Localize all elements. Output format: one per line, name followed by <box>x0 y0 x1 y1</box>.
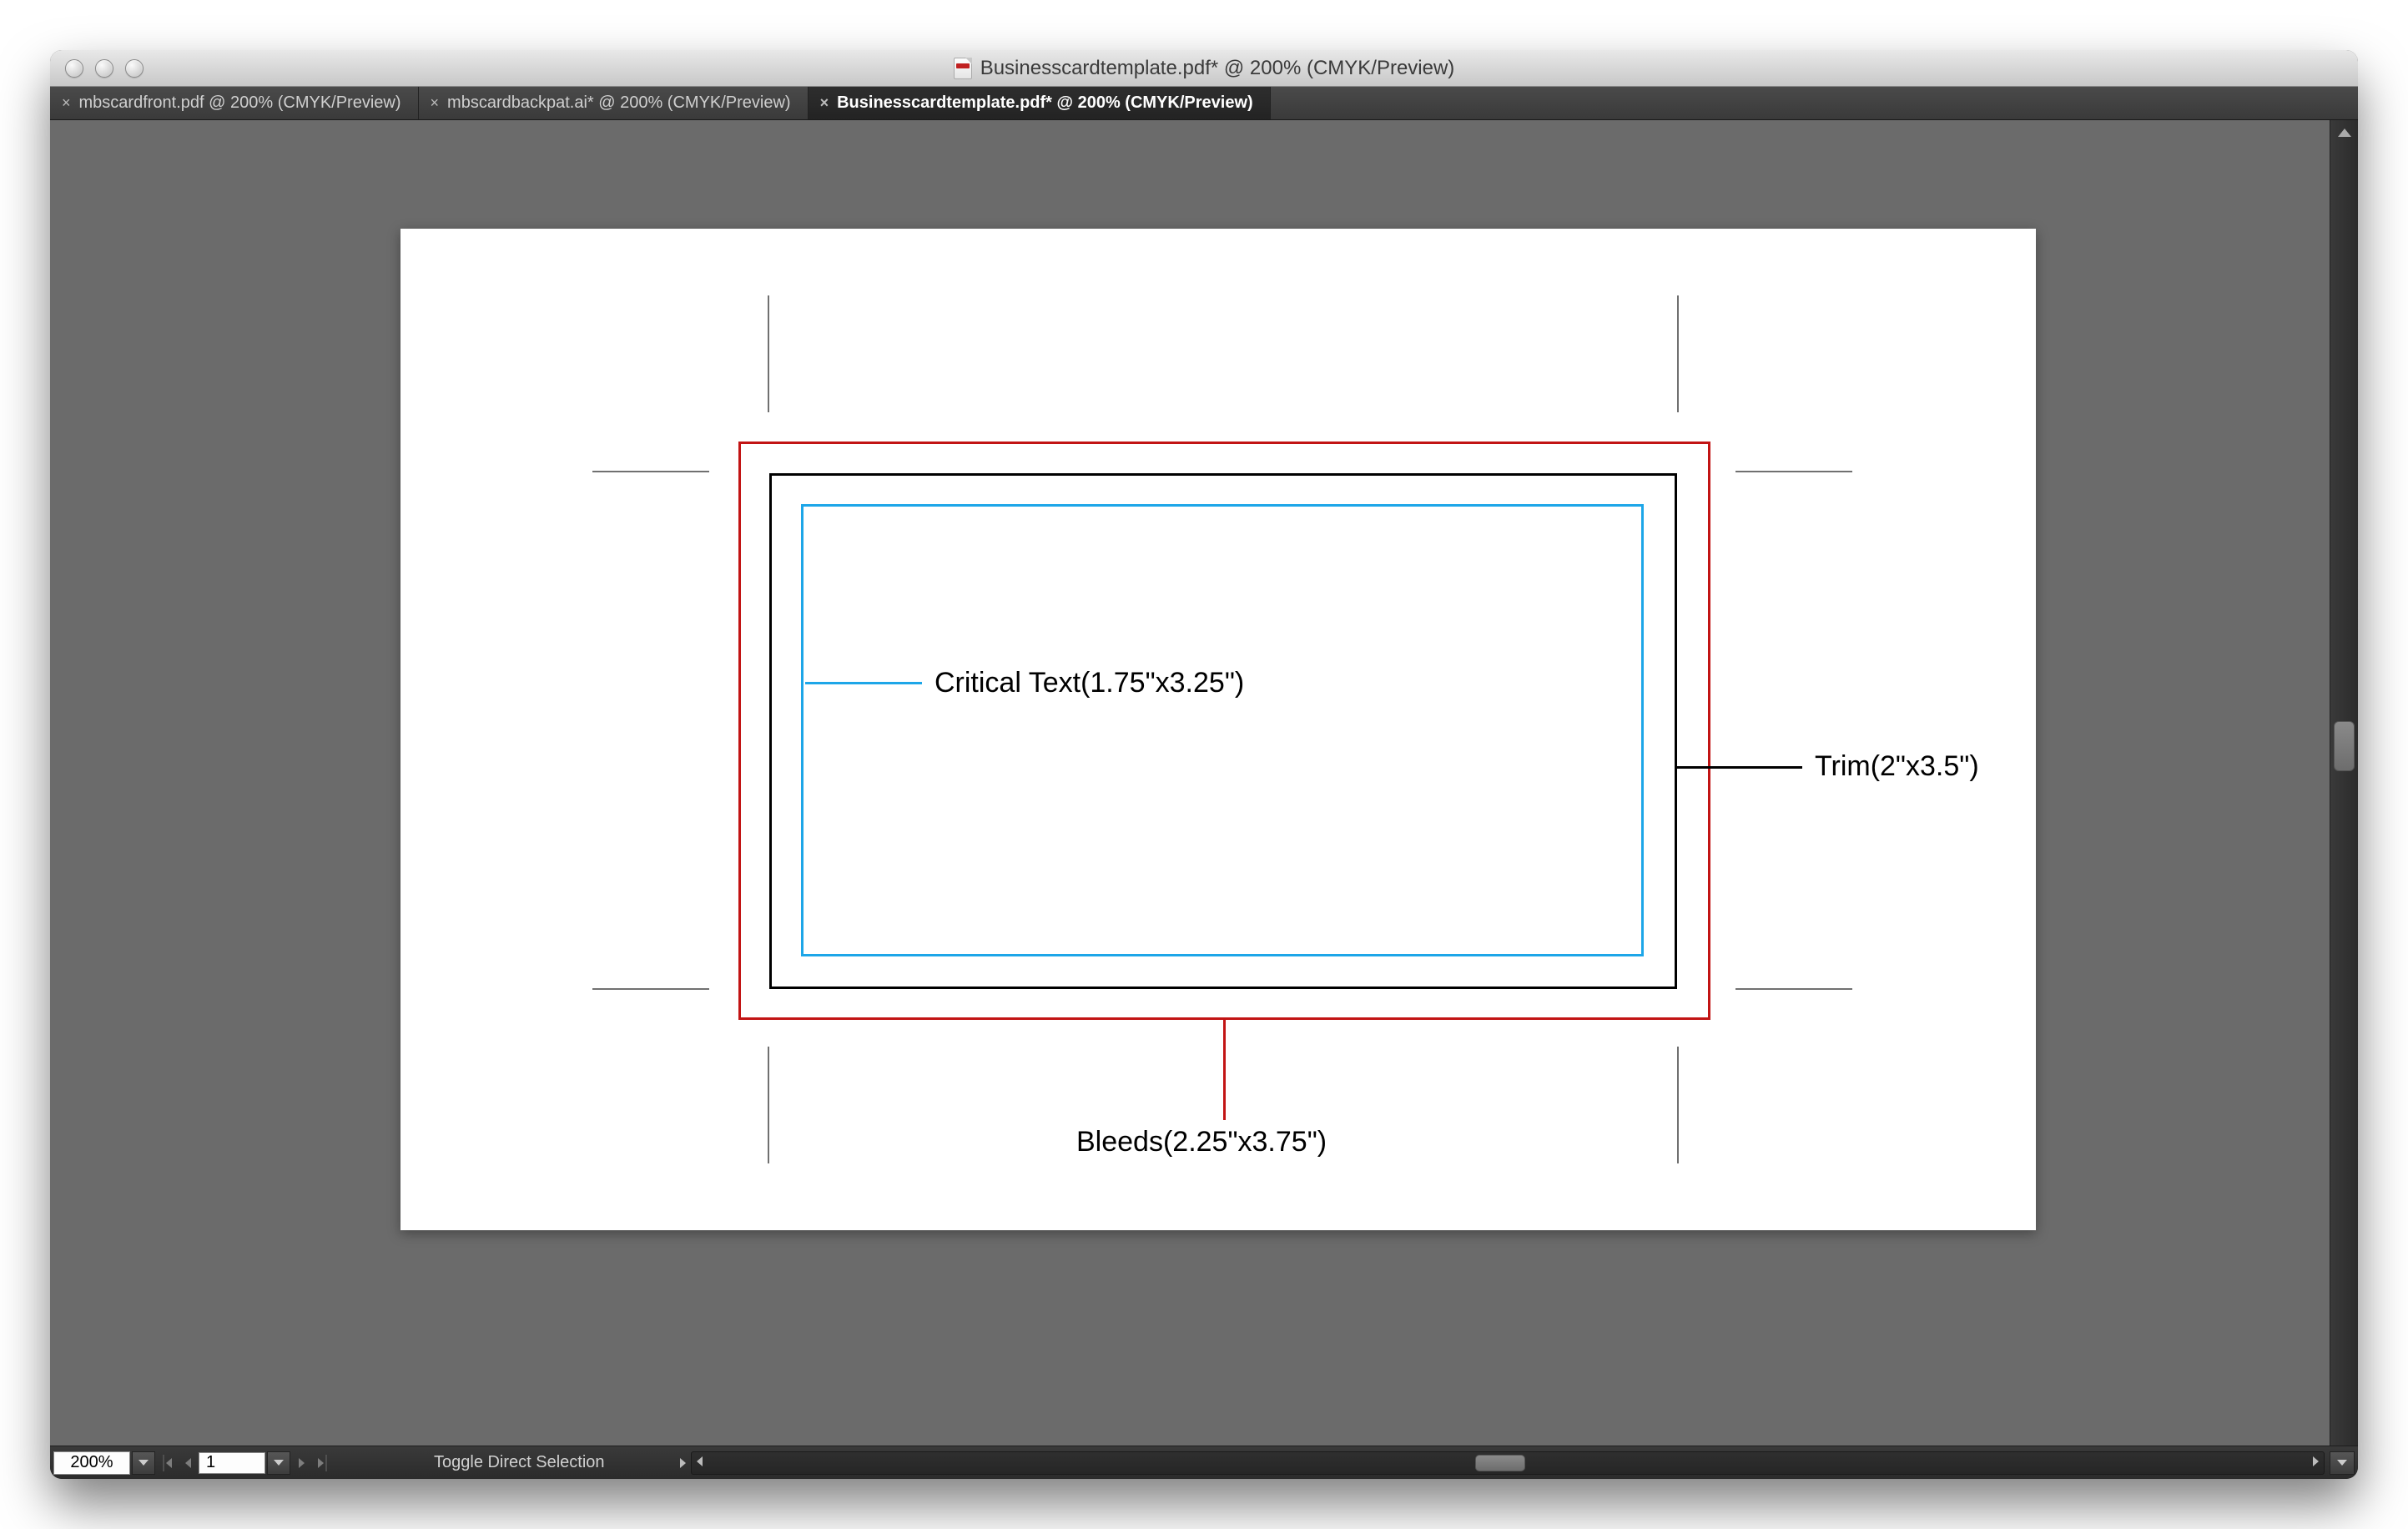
scroll-left-icon[interactable] <box>697 1456 703 1466</box>
close-icon[interactable]: × <box>62 94 71 112</box>
horizontal-scrollbar[interactable] <box>691 1451 2325 1475</box>
crop-mark <box>1735 988 1852 990</box>
close-icon[interactable]: × <box>820 94 829 112</box>
tab-label: Businesscardtemplate.pdf* @ 200% (CMYK/P… <box>837 93 1253 113</box>
leader-line <box>805 682 922 684</box>
crop-mark <box>1677 295 1679 412</box>
chevron-down-icon <box>2337 1460 2347 1466</box>
crop-mark <box>768 1047 769 1163</box>
scrollbar-thumb[interactable] <box>1475 1455 1525 1471</box>
last-artboard-button[interactable] <box>312 1451 334 1475</box>
minimize-window-button[interactable] <box>95 59 113 78</box>
status-hint: Toggle Direct Selection <box>434 1453 605 1472</box>
status-bar: 200% 1 Toggle Direct Selection <box>50 1446 2358 1479</box>
leader-line <box>1677 766 1802 769</box>
window-title: Businesscardtemplate.pdf* @ 200% (CMYK/P… <box>50 57 2358 80</box>
scrollbar-thumb[interactable] <box>2334 721 2355 771</box>
next-artboard-button[interactable] <box>290 1451 312 1475</box>
crop-mark <box>1735 471 1852 472</box>
tab-label: mbscardbackpat.ai* @ 200% (CMYK/Preview) <box>447 93 791 113</box>
pdf-file-icon <box>954 58 972 79</box>
close-window-button[interactable] <box>65 59 83 78</box>
tab-document-3[interactable]: × Businesscardtemplate.pdf* @ 200% (CMYK… <box>809 87 1271 119</box>
prev-artboard-button[interactable] <box>177 1451 199 1475</box>
zoom-level-field[interactable]: 200% <box>53 1451 130 1475</box>
window-title-text: Businesscardtemplate.pdf* @ 200% (CMYK/P… <box>980 57 1455 80</box>
tab-label: mbscardfront.pdf @ 200% (CMYK/Preview) <box>79 93 401 113</box>
crop-mark <box>592 471 709 472</box>
chevron-down-icon <box>139 1460 149 1466</box>
crop-mark <box>592 988 709 990</box>
tab-document-1[interactable]: × mbscardfront.pdf @ 200% (CMYK/Preview) <box>50 87 419 119</box>
zoom-dropdown-button[interactable] <box>132 1451 155 1475</box>
label-trim: Trim(2"x3.5") <box>1815 750 1979 783</box>
window-controls <box>50 59 144 78</box>
label-critical-text: Critical Text(1.75"x3.25") <box>934 667 1244 699</box>
crop-mark <box>768 295 769 412</box>
leader-line <box>1223 1020 1226 1120</box>
crop-mark <box>1677 1047 1679 1163</box>
label-bleeds: Bleeds(2.25"x3.75") <box>1076 1126 1327 1158</box>
artboard-number-field[interactable]: 1 <box>199 1452 265 1474</box>
app-window: Businesscardtemplate.pdf* @ 200% (CMYK/P… <box>50 50 2358 1479</box>
first-artboard-button[interactable] <box>155 1451 177 1475</box>
chevron-down-icon <box>274 1460 284 1466</box>
scroll-up-icon[interactable] <box>2338 129 2351 137</box>
artboard: Critical Text(1.75"x3.25") Trim(2"x3.5")… <box>400 229 2036 1230</box>
titlebar[interactable]: Businesscardtemplate.pdf* @ 200% (CMYK/P… <box>50 50 2358 87</box>
safe-box <box>801 504 1644 956</box>
document-tab-bar: × mbscardfront.pdf @ 200% (CMYK/Preview)… <box>50 87 2358 120</box>
vertical-scrollbar[interactable] <box>2330 120 2358 1446</box>
tab-document-2[interactable]: × mbscardbackpat.ai* @ 200% (CMYK/Previe… <box>419 87 809 119</box>
artboard-dropdown-button[interactable] <box>267 1451 290 1475</box>
scroll-right-icon[interactable] <box>2313 1456 2319 1466</box>
status-menu-button[interactable] <box>680 1458 686 1468</box>
close-icon[interactable]: × <box>431 94 440 112</box>
artboard-paper: Critical Text(1.75"x3.25") Trim(2"x3.5")… <box>400 229 2036 1230</box>
canvas-workspace[interactable]: Critical Text(1.75"x3.25") Trim(2"x3.5")… <box>50 120 2358 1446</box>
zoom-window-button[interactable] <box>125 59 144 78</box>
panel-options-button[interactable] <box>2330 1451 2355 1475</box>
